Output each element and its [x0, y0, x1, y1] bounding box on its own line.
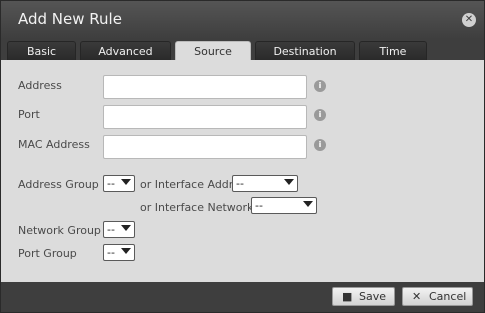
- source-tab-content: Address i Port i MAC Address i Address G…: [3, 60, 482, 282]
- port-group-select[interactable]: --: [103, 244, 135, 261]
- address-group-select[interactable]: --: [103, 175, 135, 192]
- chevron-down-icon: [121, 248, 131, 254]
- port-input[interactable]: [103, 105, 307, 129]
- info-icon[interactable]: i: [314, 80, 326, 92]
- cancel-button[interactable]: ✕ Cancel: [402, 287, 473, 306]
- mac-address-input[interactable]: [103, 135, 307, 159]
- save-button[interactable]: ■ Save: [332, 287, 395, 306]
- close-icon[interactable]: ✕: [462, 13, 476, 27]
- chevron-down-icon: [284, 179, 294, 185]
- address-label: Address: [18, 79, 62, 92]
- port-label: Port: [18, 108, 40, 121]
- tab-time[interactable]: Time: [359, 41, 427, 60]
- info-icon[interactable]: i: [314, 139, 326, 151]
- floppy-icon: ■: [342, 290, 353, 303]
- address-input[interactable]: [103, 75, 307, 99]
- port-group-label: Port Group: [18, 247, 77, 260]
- port-group-value: --: [107, 246, 115, 259]
- tab-source[interactable]: Source: [175, 41, 251, 61]
- tab-destination[interactable]: Destination: [255, 41, 355, 60]
- or-interface-network-label: or Interface Network: [140, 201, 254, 214]
- mac-address-label: MAC Address: [18, 138, 90, 151]
- network-group-label: Network Group: [18, 224, 101, 237]
- dialog-titlebar: Add New Rule ✕: [1, 1, 484, 39]
- interface-network-value: --: [255, 199, 263, 212]
- info-icon[interactable]: i: [314, 109, 326, 121]
- add-rule-dialog: Add New Rule ✕ Basic Advanced Source Des…: [0, 0, 485, 313]
- chevron-down-icon: [303, 201, 313, 207]
- dialog-footer: ■ Save ✕ Cancel: [1, 282, 484, 312]
- x-icon: ✕: [412, 290, 422, 303]
- interface-addr-select[interactable]: --: [232, 175, 298, 192]
- chevron-down-icon: [121, 225, 131, 231]
- network-group-select[interactable]: --: [103, 221, 135, 238]
- or-interface-addr-label: or Interface Addr: [140, 178, 234, 191]
- cancel-button-label: Cancel: [429, 290, 467, 303]
- chevron-down-icon: [121, 179, 131, 185]
- tab-advanced[interactable]: Advanced: [80, 41, 171, 60]
- address-group-value: --: [107, 177, 115, 190]
- save-button-label: Save: [359, 290, 387, 303]
- address-group-label: Address Group: [18, 178, 99, 191]
- tab-basic[interactable]: Basic: [7, 41, 76, 60]
- interface-network-select[interactable]: --: [251, 197, 317, 214]
- interface-addr-value: --: [236, 177, 244, 190]
- network-group-value: --: [107, 223, 115, 236]
- dialog-title: Add New Rule: [18, 10, 122, 28]
